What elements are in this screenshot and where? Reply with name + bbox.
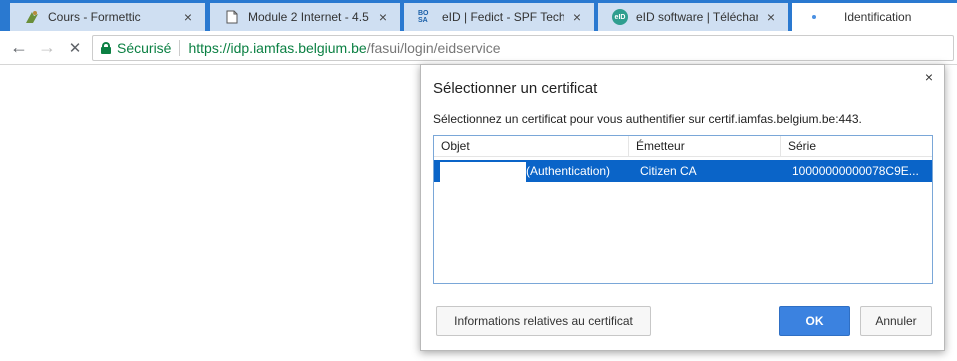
certificate-serial: 10000000000078C9E... [792,164,919,178]
redacted-name [440,161,526,182]
back-arrow-icon[interactable]: ← [6,35,32,61]
tab-title: Identification [844,10,912,24]
tab-eid-fedict[interactable]: BO SA eID | Fedict - SPF Technol × [404,3,594,31]
secure-label: Sécurisé [117,40,172,56]
column-header-issuer[interactable]: Émetteur [629,136,781,157]
tab-eid-software[interactable]: eID eID software | Télécharge × [598,3,788,31]
tab-close-icon[interactable]: × [181,10,195,24]
certificate-subject-cell: (Authentication) [434,160,629,182]
table-header: Objet Émetteur Série [434,136,932,157]
tab-identification[interactable]: Identification [792,3,957,31]
certificate-issuer: Citizen CA [640,164,697,178]
column-header-serial[interactable]: Série [781,136,932,157]
tab-title: Cours - Formettic [48,10,141,24]
column-header-subject[interactable]: Objet [434,136,629,157]
url-host: idp.iamfas.belgium.be [230,40,367,56]
certificate-table: Objet Émetteur Série (Authentication) Ci… [433,135,933,284]
dialog-subtitle: Sélectionnez un certificat pour vous aut… [433,112,862,126]
loading-dot-icon [806,9,822,25]
forward-arrow-icon[interactable]: → [34,35,60,61]
url-path: /fasui/login/eidservice [366,40,501,56]
tab-title: eID | Fedict - SPF Technol [442,10,564,24]
certificate-info-button[interactable]: Informations relatives au certificat [436,306,651,336]
tab-cours-formettic[interactable]: Cours - Formettic × [10,3,205,31]
tab-strip: Cours - Formettic × Module 2 Internet - … [0,0,957,31]
certificate-row[interactable]: (Authentication) Citizen CA 100000000000… [434,160,932,182]
tab-title: eID software | Télécharge [636,10,758,24]
address-bar[interactable]: Sécurisé https:// idp.iamfas.belgium.be … [92,35,954,61]
tab-close-icon[interactable]: × [570,10,584,24]
dialog-title: Sélectionner un certificat [433,80,598,97]
url-scheme: https:// [188,40,231,56]
certificate-subject: (Authentication) [526,164,611,178]
document-icon [224,9,240,25]
stop-loading-icon[interactable]: ✕ [62,35,88,61]
browser-toolbar: ← → ✕ Sécurisé https:// idp.iamfas.belgi… [0,31,957,65]
bosa-favicon-icon: BO SA [418,10,429,24]
close-icon[interactable]: × [922,69,936,85]
tab-title: Module 2 Internet - 4.5 L [248,10,370,24]
tab-module-2-internet[interactable]: Module 2 Internet - 4.5 L × [210,3,400,31]
formettic-favicon-icon [24,9,40,25]
eid-favicon-icon: eID [612,9,628,25]
tab-close-icon[interactable]: × [376,10,390,24]
lock-icon [101,42,111,54]
cancel-button[interactable]: Annuler [860,306,932,336]
tab-close-icon[interactable]: × [764,10,778,24]
ok-button[interactable]: OK [779,306,850,336]
url-divider [179,40,181,56]
select-certificate-dialog: × Sélectionner un certificat Sélectionne… [420,64,945,351]
